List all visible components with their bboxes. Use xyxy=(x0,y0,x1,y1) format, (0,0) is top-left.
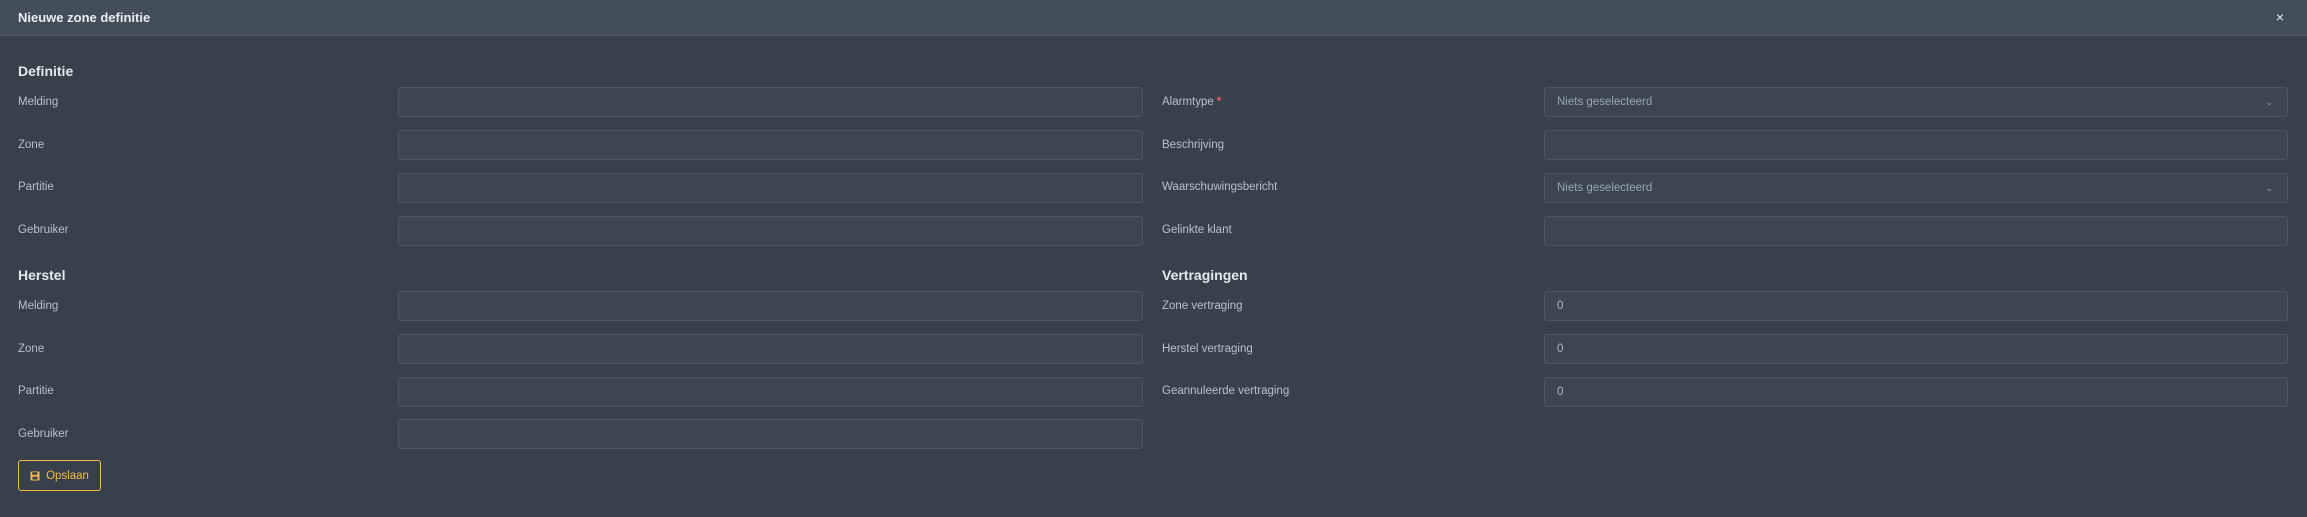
save-icon xyxy=(30,471,40,480)
definitie-gebruiker-label: Gebruiker xyxy=(18,224,69,236)
herstel-melding-label: Melding xyxy=(18,300,59,312)
close-icon[interactable]: × xyxy=(2271,8,2289,26)
section-title-vertragingen: Vertragingen xyxy=(1162,267,1248,283)
definitie-partitie-label: Partitie xyxy=(18,181,54,193)
herstel-partitie-label: Partitie xyxy=(18,385,54,397)
herstel-vertraging-input[interactable] xyxy=(1544,334,2288,364)
definitie-gebruiker-input[interactable] xyxy=(398,216,1143,246)
definitie-melding-input[interactable] xyxy=(398,87,1143,117)
zone-vertraging-label: Zone vertraging xyxy=(1162,300,1243,312)
modal-title: Nieuwe zone definitie xyxy=(18,10,151,25)
herstel-gebruiker-label: Gebruiker xyxy=(18,428,69,440)
alarmtype-select-value: Niets geselecteerd xyxy=(1557,96,1653,108)
save-button-label: Opslaan xyxy=(46,469,89,482)
waarschuwingsbericht-label: Waarschuwingsbericht xyxy=(1162,181,1278,193)
definitie-zone-input[interactable] xyxy=(398,130,1143,160)
herstel-partitie-input[interactable] xyxy=(398,377,1143,407)
required-marker: * xyxy=(1216,96,1222,108)
alarmtype-label-text: Alarmtype xyxy=(1162,96,1214,108)
gelinkte-klant-label: Gelinkte klant xyxy=(1162,224,1232,236)
section-title-definitie: Definitie xyxy=(18,63,74,79)
save-button[interactable]: Opslaan xyxy=(18,460,101,491)
definitie-melding-label: Melding xyxy=(18,96,59,108)
herstel-melding-input[interactable] xyxy=(398,291,1143,321)
herstel-gebruiker-input[interactable] xyxy=(398,419,1143,449)
herstel-vertraging-label: Herstel vertraging xyxy=(1162,343,1253,355)
beschrijving-label: Beschrijving xyxy=(1162,139,1224,151)
chevron-down-icon: ⌄ xyxy=(2265,97,2273,107)
gelinkte-klant-input[interactable] xyxy=(1544,216,2288,246)
waarschuwingsbericht-select[interactable]: Niets geselecteerd ⌄ xyxy=(1544,173,2288,203)
zone-vertraging-input[interactable] xyxy=(1544,291,2288,321)
definitie-partitie-input[interactable] xyxy=(398,173,1143,203)
herstel-zone-label: Zone xyxy=(18,343,45,355)
geannuleerde-vertraging-label: Geannuleerde vertraging xyxy=(1162,385,1290,397)
section-title-herstel: Herstel xyxy=(18,267,66,283)
definitie-zone-label: Zone xyxy=(18,139,45,151)
alarmtype-label: Alarmtype * xyxy=(1162,96,1221,108)
modal: Nieuwe zone definitie × Definitie Meldin… xyxy=(0,0,2307,517)
beschrijving-input[interactable] xyxy=(1544,130,2288,160)
herstel-zone-input[interactable] xyxy=(398,334,1143,364)
modal-header: Nieuwe zone definitie × xyxy=(0,0,2307,36)
waarschuwingsbericht-select-value: Niets geselecteerd xyxy=(1557,182,1653,194)
chevron-down-icon: ⌄ xyxy=(2265,183,2273,193)
alarmtype-select[interactable]: Niets geselecteerd ⌄ xyxy=(1544,87,2288,117)
geannuleerde-vertraging-input[interactable] xyxy=(1544,377,2288,407)
